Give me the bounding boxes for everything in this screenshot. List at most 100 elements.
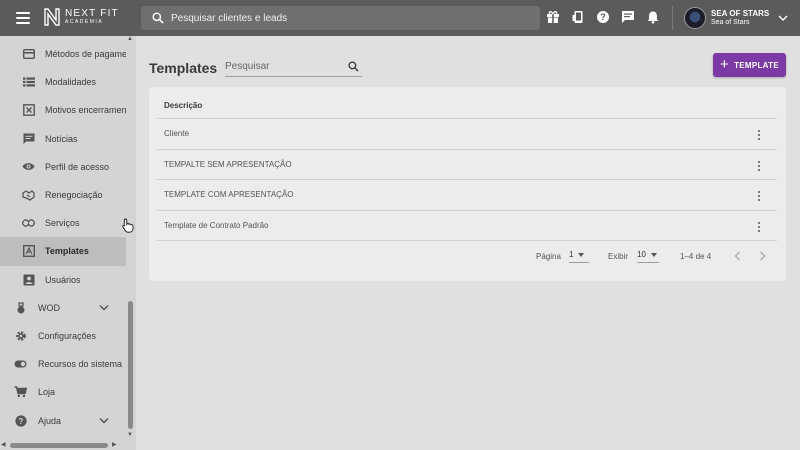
table-row[interactable]: Template de Contrato Padrão xyxy=(157,211,777,241)
bell-icon[interactable] xyxy=(645,9,660,24)
sidebar-item-perfil-acesso[interactable]: Perfil de acesso xyxy=(0,153,126,181)
sidebar-item-usuarios[interactable]: Usuários xyxy=(0,266,126,294)
templates-table: Descrição Cliente TEMPALTE SEM APRESENTA… xyxy=(157,93,777,241)
scroll-down-arrow-icon[interactable]: ▼ xyxy=(127,432,133,438)
sidebar-item-templates[interactable]: Templates xyxy=(0,237,126,266)
sidebar-item-renegociacao[interactable]: Renegociação xyxy=(0,181,126,209)
sidebar-item-noticias[interactable]: Notícias xyxy=(0,125,126,153)
table-row[interactable]: Cliente xyxy=(157,119,777,150)
sidebar-vertical-scrollbar[interactable]: ▲ ▼ xyxy=(126,36,135,442)
table-row[interactable]: TEMPLATE COM APRESENTAÇÃO xyxy=(157,180,777,211)
sidebar-item-modalidades[interactable]: Modalidades xyxy=(0,68,126,96)
scroll-left-arrow-icon[interactable]: ◀ xyxy=(1,441,6,448)
scrollbar-thumb[interactable] xyxy=(10,443,108,448)
chevron-left-icon xyxy=(734,251,740,261)
row-description: TEMPLATE COM APRESENTAÇÃO xyxy=(164,190,294,200)
more-vert-icon[interactable] xyxy=(753,221,765,233)
page-label: Página xyxy=(536,252,561,261)
table-header: Descrição xyxy=(157,93,777,119)
previous-page-button[interactable] xyxy=(730,249,744,263)
topbar-divider xyxy=(672,6,673,30)
credit-card-icon xyxy=(22,48,35,61)
sidebar-group-label: Ajuda xyxy=(38,415,62,426)
add-template-button[interactable]: + TEMPLATE xyxy=(713,53,786,77)
account-menu[interactable]: SEA OF STARS Sea of Stars xyxy=(684,7,788,29)
caret-down-icon xyxy=(578,252,585,257)
templates-search-input[interactable] xyxy=(225,61,343,72)
scroll-right-arrow-icon[interactable]: ▶ xyxy=(112,441,117,448)
services-icon xyxy=(22,217,35,230)
sidebar-group-loja[interactable]: Loja xyxy=(0,378,126,406)
logo-icon xyxy=(44,8,60,26)
handshake-icon xyxy=(22,189,35,202)
sidebar-horizontal-scrollbar[interactable]: ◀ ▶ xyxy=(0,441,126,450)
chevron-down-icon xyxy=(778,15,788,21)
list-icon xyxy=(22,76,35,89)
global-search-input[interactable] xyxy=(171,12,531,24)
sidebar-item-label: Notícias xyxy=(45,133,78,144)
scroll-up-arrow-icon[interactable]: ▲ xyxy=(127,36,133,42)
page-select[interactable]: 1 xyxy=(569,247,589,263)
mobile-icon[interactable] xyxy=(570,9,585,24)
more-vert-icon[interactable] xyxy=(753,190,765,202)
gift-icon[interactable] xyxy=(545,9,560,24)
row-description: TEMPALTE SEM APRESENTAÇÃO xyxy=(164,159,292,169)
sidebar-group-wod[interactable]: WOD xyxy=(0,294,126,322)
sidebar-item-metodos-pagamento[interactable]: Métodos de pagamento xyxy=(0,40,126,68)
account-subtitle: Sea of Stars xyxy=(711,18,750,26)
logo-title: NEXT FIT xyxy=(65,8,119,19)
menu-icon[interactable] xyxy=(16,12,30,24)
close-box-icon xyxy=(22,104,35,117)
sidebar-item-label: Usuários xyxy=(45,274,81,285)
hand-cursor-icon xyxy=(122,218,134,233)
sidebar-item-label: Métodos de pagamento xyxy=(45,49,126,60)
logo-subtitle: ACADEMIA xyxy=(65,19,104,25)
sidebar-group-label: Configurações xyxy=(38,330,97,341)
page-select-value: 1 xyxy=(569,250,574,259)
message-icon xyxy=(22,132,35,145)
rows-per-page-select[interactable]: 10 xyxy=(637,247,659,263)
chevron-down-icon xyxy=(99,418,109,424)
eye-icon xyxy=(22,160,35,173)
page-range: 1–4 de 4 xyxy=(680,252,712,261)
sidebar-item-label: Modalidades xyxy=(45,77,97,88)
cart-icon xyxy=(14,386,27,399)
chat-icon[interactable] xyxy=(620,9,635,24)
help-icon: ? xyxy=(14,414,27,427)
sidebar-group-configuracoes[interactable]: Configurações xyxy=(0,322,126,350)
global-search[interactable] xyxy=(141,6,540,30)
column-header-descricao[interactable]: Descrição xyxy=(164,101,202,110)
search-icon[interactable] xyxy=(348,61,359,72)
templates-card: Descrição Cliente TEMPALTE SEM APRESENTA… xyxy=(149,87,786,281)
rows-per-page-label: Exibir xyxy=(608,252,629,261)
sidebar-item-motivos-encerramento[interactable]: Motivos encerramento xyxy=(0,96,126,124)
sidebar-group-label: Recursos do sistema xyxy=(38,359,123,370)
sidebar-item-label: Templates xyxy=(45,246,89,257)
row-description: Cliente xyxy=(164,129,189,139)
logo[interactable]: NEXT FIT ACADEMIA xyxy=(44,8,119,26)
page-title: Templates xyxy=(149,60,218,76)
scrollbar-thumb[interactable] xyxy=(128,301,133,429)
account-name: SEA OF STARS xyxy=(711,9,770,19)
table-row[interactable]: TEMPALTE SEM APRESENTAÇÃO xyxy=(157,150,777,180)
next-page-button[interactable] xyxy=(755,249,769,263)
template-icon xyxy=(22,245,35,258)
help-icon[interactable]: ? xyxy=(595,9,610,24)
sidebar-item-label: Serviços xyxy=(45,218,80,229)
templates-search[interactable] xyxy=(225,56,362,77)
sidebar-group-ajuda[interactable]: ? Ajuda xyxy=(0,406,126,434)
row-description: Template de Contrato Padrão xyxy=(164,220,269,230)
top-bar: NEXT FIT ACADEMIA ? SEA OF STARS Sea of … xyxy=(0,0,800,36)
sidebar-group-label: WOD xyxy=(38,302,60,313)
sidebar-group-label: Loja xyxy=(38,387,56,398)
sidebar-item-servicos[interactable]: Serviços xyxy=(0,209,126,237)
account-text: SEA OF STARS Sea of Stars xyxy=(711,9,769,26)
sidebar-group-recursos-sistema[interactable]: Recursos do sistema xyxy=(0,350,126,378)
sidebar-item-label: Motivos encerramento xyxy=(45,105,126,116)
search-icon xyxy=(152,12,164,24)
more-vert-icon[interactable] xyxy=(753,129,765,141)
gear-icon xyxy=(14,329,27,342)
more-vert-icon[interactable] xyxy=(753,160,765,172)
sidebar-item-label: Perfil de acesso xyxy=(45,161,110,172)
user-card-icon xyxy=(22,273,35,286)
